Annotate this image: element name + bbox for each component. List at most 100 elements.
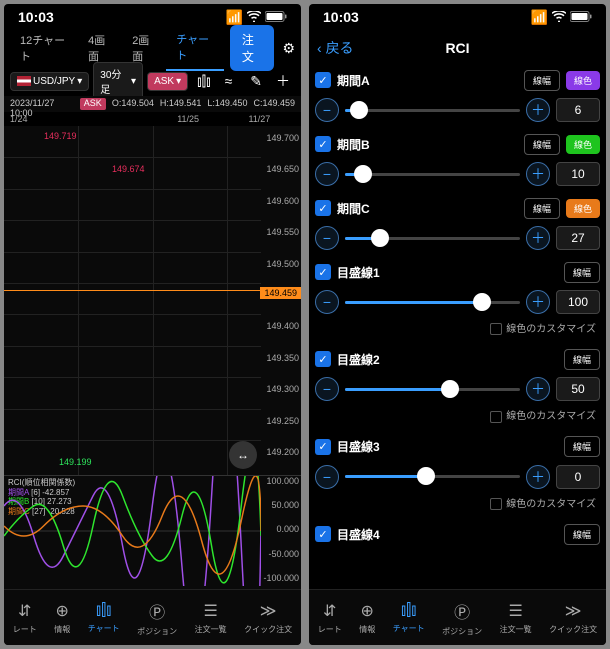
y-tick: 149.600 bbox=[266, 196, 299, 206]
decrement-button[interactable]: − bbox=[315, 162, 339, 186]
wifi-icon bbox=[247, 9, 261, 25]
setting-label: 期間B bbox=[337, 136, 518, 153]
back-button[interactable]: ‹ 戻る bbox=[317, 38, 354, 58]
checkbox-目盛線3[interactable]: ✓ bbox=[315, 439, 331, 455]
nav-icon: ⫾⫿⫾ bbox=[401, 602, 416, 620]
setting-期間C: ✓期間C線幅線色−＋27 bbox=[315, 194, 600, 254]
settings-list[interactable]: ✓期間A線幅線色−＋6✓期間B線幅線色−＋10✓期間C線幅線色−＋27✓目盛線1… bbox=[309, 66, 606, 589]
settings-icon[interactable]: ⚙ bbox=[282, 40, 295, 57]
nav-情報[interactable]: ⊕情報 bbox=[359, 601, 375, 635]
nav-注文一覧[interactable]: ☰注文一覧 bbox=[195, 601, 227, 635]
slider[interactable] bbox=[345, 301, 520, 304]
slider[interactable] bbox=[345, 388, 520, 391]
value-input[interactable]: 50 bbox=[556, 377, 600, 401]
nav-label: レート bbox=[13, 624, 37, 635]
ohlc-close: C:149.459 bbox=[253, 98, 295, 110]
linewidth-button[interactable]: 線幅 bbox=[524, 134, 560, 155]
tab-chart[interactable]: チャート bbox=[166, 25, 224, 71]
linewidth-button[interactable]: 線幅 bbox=[564, 524, 600, 545]
date-tick: 1/24 bbox=[10, 114, 81, 124]
value-input[interactable]: 6 bbox=[556, 98, 600, 122]
slider[interactable] bbox=[345, 237, 520, 240]
current-price-marker: 149.459 bbox=[260, 287, 301, 299]
rci-chart[interactable]: RCI(順位相関係数) 期間A [6] -42.857 期間B [10] 27.… bbox=[4, 476, 301, 586]
nav-header: ‹ 戻る RCI bbox=[309, 30, 606, 66]
increment-button[interactable]: ＋ bbox=[526, 290, 550, 314]
pan-button[interactable]: ↔ bbox=[229, 441, 257, 469]
decrement-button[interactable]: − bbox=[315, 290, 339, 314]
slider[interactable] bbox=[345, 173, 520, 176]
checkbox-目盛線1[interactable]: ✓ bbox=[315, 264, 331, 280]
increment-button[interactable]: ＋ bbox=[526, 98, 550, 122]
decrement-button[interactable]: − bbox=[315, 377, 339, 401]
linecolor-button[interactable]: 線色 bbox=[566, 135, 600, 154]
date-tick: 11/25 bbox=[153, 114, 224, 124]
value-input[interactable]: 100 bbox=[556, 290, 600, 314]
compare-icon[interactable]: ≈ bbox=[220, 73, 238, 89]
value-input[interactable]: 0 bbox=[556, 465, 600, 489]
checkbox-目盛線4[interactable]: ✓ bbox=[315, 526, 331, 542]
customize-checkbox[interactable] bbox=[490, 498, 502, 510]
date-axis: 1/24 11/25 11/27 bbox=[4, 112, 301, 126]
linewidth-button[interactable]: 線幅 bbox=[564, 262, 600, 283]
chart-area[interactable]: 149.700149.650149.600149.550149.500149.4… bbox=[4, 126, 301, 589]
value-input[interactable]: 27 bbox=[556, 226, 600, 250]
order-button[interactable]: 注文 bbox=[230, 25, 275, 71]
nav-icon: ⊕ bbox=[361, 601, 374, 621]
tab-12chart[interactable]: 12チャート bbox=[10, 26, 78, 70]
linecolor-button[interactable]: 線色 bbox=[566, 71, 600, 90]
customize-checkbox[interactable] bbox=[490, 323, 502, 335]
checkbox-期間A[interactable]: ✓ bbox=[315, 72, 331, 88]
customize-checkbox[interactable] bbox=[490, 411, 502, 423]
customize-row[interactable]: 線色のカスタマイズ bbox=[315, 318, 600, 341]
bottom-nav: ⇵レート ⊕情報 ⫾⫿⫾チャート Ⓟ ポジション ☰注文一覧 ≫クイック注文 bbox=[4, 589, 301, 645]
nav-label: ポジション bbox=[137, 626, 177, 637]
linewidth-button[interactable]: 線幅 bbox=[564, 436, 600, 457]
signal-icon: 📶 bbox=[531, 9, 548, 26]
nav-icon: Ⓟ bbox=[149, 599, 165, 623]
indicator-icon[interactable]: ⫾⫿⫾ bbox=[192, 73, 215, 90]
y-tick: 149.550 bbox=[266, 227, 299, 237]
checkbox-期間C[interactable]: ✓ bbox=[315, 200, 331, 216]
linewidth-button[interactable]: 線幅 bbox=[524, 70, 560, 91]
pair-selector[interactable]: USD/JPY ▾ bbox=[10, 72, 89, 91]
timeframe-selector[interactable]: 30分足 ▾ bbox=[93, 62, 143, 100]
slider[interactable] bbox=[345, 109, 520, 112]
customize-row[interactable]: 線色のカスタマイズ bbox=[315, 493, 600, 516]
add-icon[interactable]: ＋ bbox=[271, 71, 295, 91]
nav-注文一覧[interactable]: ☰注文一覧 bbox=[500, 601, 532, 635]
checkbox-目盛線2[interactable]: ✓ bbox=[315, 351, 331, 367]
nav-ポジション[interactable]: Ⓟ ポジション bbox=[137, 599, 177, 637]
decrement-button[interactable]: − bbox=[315, 465, 339, 489]
increment-button[interactable]: ＋ bbox=[526, 226, 550, 250]
increment-button[interactable]: ＋ bbox=[526, 465, 550, 489]
increment-button[interactable]: ＋ bbox=[526, 162, 550, 186]
slider[interactable] bbox=[345, 475, 520, 478]
nav-チャート[interactable]: ⫾⫿⫾チャート bbox=[88, 602, 120, 634]
checkbox-期間B[interactable]: ✓ bbox=[315, 136, 331, 152]
value-input[interactable]: 10 bbox=[556, 162, 600, 186]
increment-button[interactable]: ＋ bbox=[526, 377, 550, 401]
decrement-button[interactable]: − bbox=[315, 226, 339, 250]
nav-情報[interactable]: ⊕情報 bbox=[54, 601, 70, 635]
nav-レート[interactable]: ⇵レート bbox=[13, 601, 37, 635]
linewidth-button[interactable]: 線幅 bbox=[524, 198, 560, 219]
main-chart[interactable]: 149.700149.650149.600149.550149.500149.4… bbox=[4, 126, 301, 476]
customize-row[interactable]: 線色のカスタマイズ bbox=[315, 405, 600, 428]
linewidth-button[interactable]: 線幅 bbox=[564, 349, 600, 370]
price-type-selector[interactable]: ASK ▾ bbox=[147, 72, 188, 91]
linecolor-button[interactable]: 線色 bbox=[566, 199, 600, 218]
nav-レート[interactable]: ⇵レート bbox=[318, 601, 342, 635]
current-price-line bbox=[4, 290, 261, 291]
nav-label: 注文一覧 bbox=[195, 624, 227, 635]
nav-ポジション[interactable]: Ⓟポジション bbox=[442, 599, 482, 637]
rci-lines bbox=[4, 476, 261, 586]
nav-チャート[interactable]: ⫾⫿⫾チャート bbox=[393, 602, 425, 634]
draw-icon[interactable]: ✎ bbox=[245, 73, 267, 90]
nav-クイック注文[interactable]: ≫クイック注文 bbox=[549, 601, 597, 635]
nav-クイック注文[interactable]: ≫クイック注文 bbox=[244, 601, 292, 635]
chevron-down-icon: ▾ bbox=[131, 76, 136, 87]
nav-icon: ≫ bbox=[260, 601, 277, 621]
decrement-button[interactable]: − bbox=[315, 98, 339, 122]
nav-icon: ☰ bbox=[509, 601, 523, 621]
